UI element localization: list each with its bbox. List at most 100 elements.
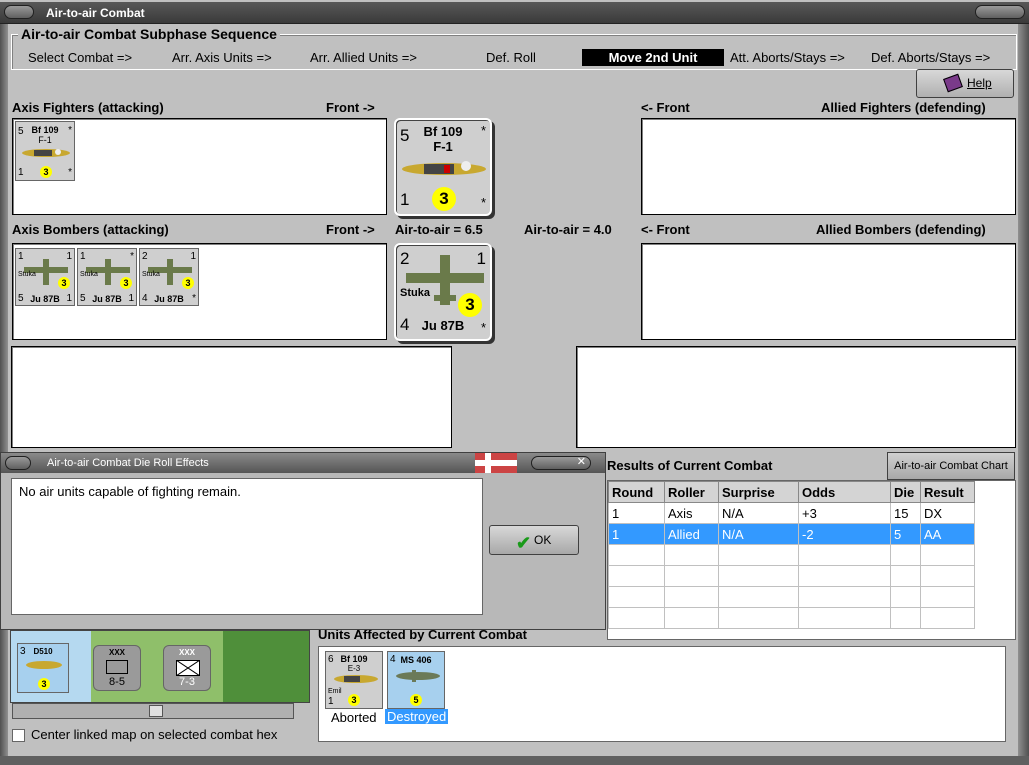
counter-value: 7-3	[179, 676, 195, 688]
dialog-message: No air units capable of fighting remain.	[11, 478, 483, 615]
counter-range: 5	[410, 694, 422, 706]
fighter-counter-large[interactable]: 5 Bf 109 F-1 * 1 3 *	[394, 118, 492, 216]
results-table-area: Round Roller Surprise Odds Die Result 1 …	[607, 480, 1016, 640]
axis-air-to-air: Air-to-air = 6.5	[395, 222, 483, 237]
axis-fighters-front: Front ->	[326, 100, 375, 115]
help-label: Help	[967, 76, 992, 90]
counter-label: Stuka	[142, 271, 160, 278]
allied-fighters-front: <- Front	[641, 100, 690, 115]
dialog-title-bar[interactable]: Air-to-air Combat Die Roll Effects ✕	[1, 453, 605, 473]
map-scrollbar[interactable]	[12, 703, 294, 719]
allied-air-to-air: Air-to-air = 4.0	[524, 222, 612, 237]
table-row-selected[interactable]: 1 Allied N/A -2 5 AA	[608, 523, 975, 545]
cell: N/A	[718, 502, 799, 524]
col-round[interactable]: Round	[608, 481, 665, 503]
axis-bombers-box[interactable]: 1 1 Stuka 3 5 Ju 87B 1 1 * Stuka 3 5 Ju …	[12, 243, 387, 340]
cell: +3	[798, 502, 891, 524]
close-icon: ✕	[576, 456, 586, 468]
seq-att-aborts: Att. Aborts/Stays =>	[730, 50, 845, 65]
bomber-counter-small-3[interactable]: 2 1 Stuka 3 4 Ju 87B *	[139, 248, 199, 306]
cell: -2	[798, 523, 891, 545]
linked-map[interactable]: 3 D510 3 XXX 8-5 XXX 7-3	[10, 630, 310, 703]
center-linked-label: Center linked map on selected combat hex	[31, 727, 278, 742]
axis-fighters-box[interactable]: 5 Bf 109 F-1 * 1 3 *	[12, 118, 387, 215]
seq-arr-axis: Arr. Axis Units =>	[172, 50, 272, 65]
axis-bombers-front: Front ->	[326, 222, 375, 237]
counter-value: 8-5	[109, 676, 125, 688]
results-table: Round Roller Surprise Odds Die Result 1 …	[608, 481, 975, 629]
status-aborted: Aborted	[331, 710, 377, 725]
seq-def-aborts: Def. Aborts/Stays =>	[871, 50, 991, 65]
map-counter-d510[interactable]: 3 D510 3	[17, 643, 69, 693]
counter-range: 3	[348, 694, 360, 706]
counter-name: Bf 109	[340, 654, 368, 664]
counter-range: 3	[40, 166, 52, 178]
window-control-button[interactable]	[975, 5, 1025, 19]
allied-extra-box[interactable]	[576, 346, 1016, 448]
scroll-thumb[interactable]	[149, 705, 163, 717]
counter-br: 1	[128, 293, 134, 304]
axis-fighters-label: Axis Fighters (attacking)	[12, 100, 164, 115]
col-roller[interactable]: Roller	[664, 481, 719, 503]
counter-name: Ju 87B	[154, 294, 184, 304]
counter-range: 3	[432, 187, 456, 211]
bomber-counter-small-2[interactable]: 1 * Stuka 3 5 Ju 87B 1	[77, 248, 137, 306]
allied-fighters-label: Allied Fighters (defending)	[821, 100, 986, 115]
ok-button[interactable]: ✔ OK	[489, 525, 579, 555]
help-button[interactable]: Help	[916, 69, 1014, 98]
allied-bombers-front: <- Front	[641, 222, 690, 237]
counter-label: Stuka	[400, 287, 430, 299]
cell: N/A	[718, 523, 799, 545]
affected-counter-ms406[interactable]: 4 MS 406 5	[387, 651, 445, 709]
map-counter-army[interactable]: XXX 8-5	[93, 645, 141, 691]
flag-icon	[475, 453, 517, 473]
table-row[interactable]: 1 Axis N/A +3 15 DX	[608, 502, 975, 524]
window-title: Air-to-air Combat	[46, 6, 145, 20]
center-linked-checkbox[interactable]: Center linked map on selected combat hex	[12, 727, 278, 743]
counter-br: *	[192, 293, 196, 304]
window-frame-left	[0, 24, 8, 765]
cell: DX	[920, 502, 975, 524]
dialog-title: Air-to-air Combat Die Roll Effects	[47, 457, 209, 469]
col-odds[interactable]: Odds	[798, 481, 891, 503]
bomber-counter-small-1[interactable]: 1 1 Stuka 3 5 Ju 87B 1	[15, 248, 75, 306]
counter-star: *	[480, 195, 486, 210]
counter-label: Stuka	[80, 271, 98, 278]
table-row-empty	[608, 544, 975, 566]
counter-top: XXX	[108, 648, 125, 657]
affected-counter-bf109[interactable]: 6 Bf 109 E-3 Emil 1 3	[325, 651, 383, 709]
counter-star: *	[68, 125, 72, 136]
dialog-menu-button[interactable]	[5, 456, 31, 470]
counter-name: Ju 87B	[421, 318, 465, 333]
air-to-air-chart-button[interactable]: Air-to-air Combat Chart	[887, 452, 1015, 480]
seq-move-2nd-unit: Move 2nd Unit	[582, 49, 724, 66]
axis-extra-box[interactable]	[11, 346, 452, 448]
fighter-plane-icon	[26, 661, 62, 669]
map-forest	[223, 631, 309, 702]
affected-units-box[interactable]: 6 Bf 109 E-3 Emil 1 3 Aborted 4 MS 406 5…	[318, 646, 1006, 742]
table-row-empty	[608, 586, 975, 608]
unit-symbol-icon	[106, 660, 128, 674]
bomber-counter-large[interactable]: 2 1 Stuka 3 4 Ju 87B *	[394, 243, 492, 341]
col-die[interactable]: Die	[890, 481, 921, 503]
col-result[interactable]: Result	[920, 481, 975, 503]
fighter-plane-icon	[334, 675, 378, 683]
title-bar: Air-to-air Combat	[0, 2, 1029, 24]
sequence-title: Air-to-air Combat Subphase Sequence	[18, 26, 280, 42]
counter-range: 3	[458, 293, 482, 317]
allied-fighters-box[interactable]	[641, 118, 1016, 215]
fighter-counter-small[interactable]: 5 Bf 109 F-1 * 1 3 *	[15, 121, 75, 181]
counter-name: Bf 109	[423, 124, 463, 139]
counter-name: MS 406	[400, 655, 432, 665]
cell: 1	[608, 523, 665, 545]
window-frame-bottom	[0, 756, 1029, 765]
counter-bottom: 1	[18, 167, 24, 178]
seq-def-roll: Def. Roll	[486, 50, 536, 65]
fighter-plane-icon	[396, 670, 440, 682]
col-surprise[interactable]: Surprise	[718, 481, 799, 503]
system-menu-button[interactable]	[4, 5, 34, 19]
map-counter-infantry[interactable]: XXX 7-3	[163, 645, 211, 691]
checkbox-box[interactable]	[12, 729, 25, 743]
allied-bombers-box[interactable]	[641, 243, 1016, 340]
dialog-close-button[interactable]: ✕	[531, 456, 591, 470]
